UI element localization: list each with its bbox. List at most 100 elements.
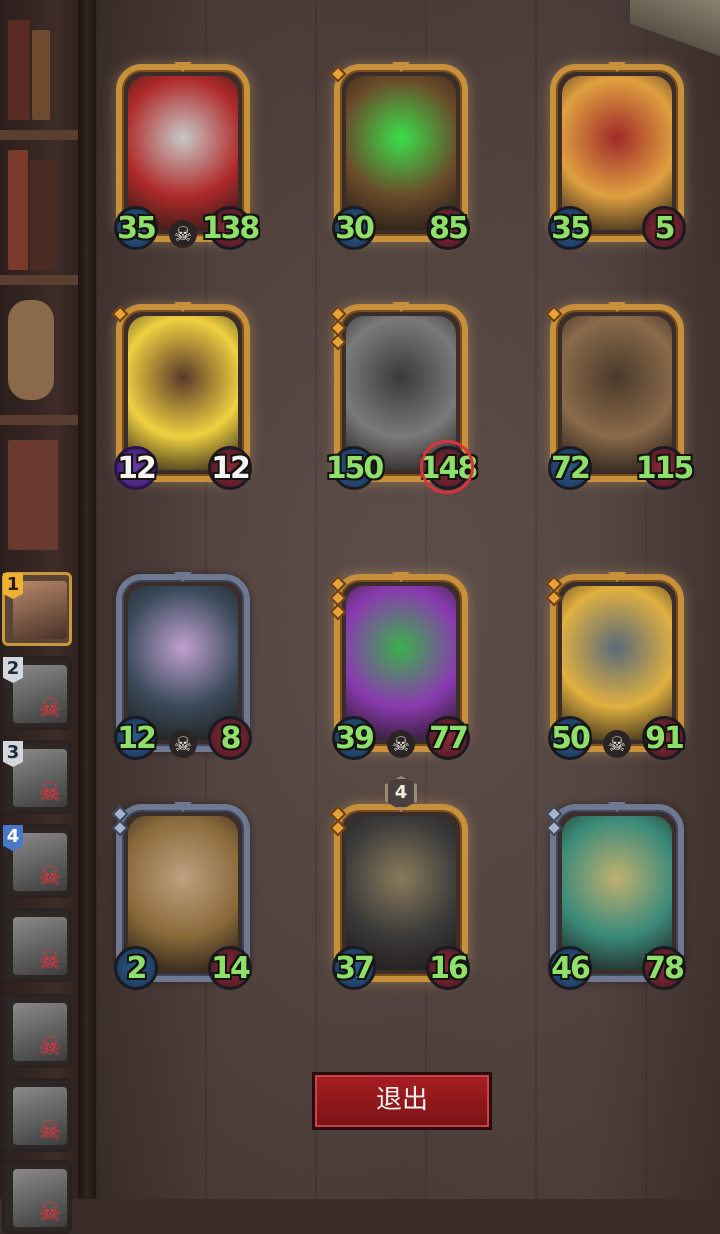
rank-pip-icon [111,819,129,837]
turn-order-number: 2 [3,657,23,683]
rank-pip-icon [111,305,129,323]
attack-value: 39 [335,720,375,756]
turn-order-number: 4 [3,825,23,851]
turn-order-item[interactable]: ☠ [2,1160,72,1234]
health-value: 12 [211,450,251,486]
attack-value: 35 [551,210,591,246]
rank-pip-icon [545,819,563,837]
card-notch [174,62,192,72]
board-rail [78,0,96,1199]
health-value: 5 [654,210,676,246]
health-value: 8 [220,720,242,756]
turn-order-item[interactable]: ☠ [2,1078,72,1152]
health-value: 77 [429,720,469,756]
unit-card-armored-helmet-warrior[interactable]: 35 138 ☠ [114,62,260,250]
attack-stat: 150 [326,446,384,490]
rank-pip-icon [329,819,347,837]
rank-pips [329,575,347,621]
turn-order-number: 1 [3,573,23,599]
unit-card-treant[interactable]: 30 85 [329,62,470,250]
skull-icon: ☠ [169,730,197,758]
attack-stat: 50 [548,716,592,760]
unit-card-stitched-ogre[interactable]: 72 115 [545,302,694,490]
rank-pips [329,305,347,351]
rank-pip-icon [329,603,347,621]
attack-value: 50 [551,720,591,756]
card-notch [392,572,410,582]
unit-card-bearded-dwarf[interactable]: 35 5 [548,62,686,250]
unit-card-golden-maned-dragon[interactable]: 50 91 ☠ [545,572,686,760]
crossed-skull-icon: ☠ [38,1116,62,1146]
health-value: 78 [645,950,685,986]
health-value: 115 [635,450,695,486]
health-stat: 16 [426,946,470,990]
card-notch [608,62,626,72]
attack-value: 46 [551,950,591,986]
exit-button[interactable]: 退出 [312,1072,492,1130]
rank-pips [545,575,563,607]
unit-card-dark-spiked-warrior[interactable]: 4 37 16 [329,776,470,990]
attack-value: 30 [335,210,375,246]
health-value: 91 [645,720,685,756]
attack-stat: 12 [114,716,158,760]
rank-pip-icon [329,65,347,83]
attack-stat: 37 [332,946,376,990]
card-notch [608,302,626,312]
card-notch [174,302,192,312]
attack-value: 2 [126,950,148,986]
skull-icon: ☠ [387,730,415,758]
turn-order-item[interactable]: 4 ☠ [2,824,72,898]
health-value: 85 [429,210,469,246]
rank-pip-icon [329,333,347,351]
attack-stat: 30 [332,206,376,250]
health-stat: 8 [208,716,252,760]
rank-pips [545,305,563,323]
card-notch [392,62,410,72]
turn-order-item[interactable]: 3 ☠ [2,740,72,814]
attack-value: 150 [325,450,385,486]
attack-value: 35 [117,210,157,246]
health-stat: 91 [642,716,686,760]
crossed-skull-icon: ☠ [38,946,62,976]
health-stat: 12 [208,446,252,490]
turn-order-item[interactable]: 1 [2,572,72,646]
health-stat: 14 [208,946,252,990]
crossed-skull-icon: ☠ [38,694,62,724]
unit-card-adventurer-gunslinger[interactable]: 2 14 [111,802,252,990]
turn-order-number: 3 [3,741,23,767]
health-value: 14 [211,950,251,986]
unit-card-sea-serpent[interactable]: 46 78 [545,802,686,990]
attack-value: 12 [117,720,157,756]
crossed-skull-icon: ☠ [38,862,62,892]
crossed-skull-icon: ☠ [38,1032,62,1062]
turn-order-item[interactable]: ☠ [2,908,72,982]
rank-pips [111,305,129,323]
crossed-skull-icon: ☠ [38,1198,62,1228]
unit-card-flame-brute[interactable]: 12 12 [111,302,252,490]
health-stat: 77 [426,716,470,760]
rank-pips [545,805,563,837]
health-stat: 78 [642,946,686,990]
card-notch [174,572,192,582]
turn-order-item[interactable]: ☠ [2,994,72,1068]
unit-card-iron-knight[interactable]: 150 148 [326,302,478,494]
health-value: 138 [201,210,261,246]
health-stat: 138 [202,206,260,250]
attack-value: 72 [551,450,591,486]
attack-stat: 35 [548,206,592,250]
attack-value: 12 [117,450,157,486]
health-stat: 115 [636,446,694,490]
attack-stat: 35 [114,206,158,250]
health-value: 16 [429,950,469,986]
attack-value: 37 [335,950,375,986]
unit-card-horned-demoness[interactable]: 12 8 ☠ [114,572,252,760]
rank-pip-icon [545,305,563,323]
unit-card-green-dragon-hatchling[interactable]: 39 77 ☠ [329,572,470,760]
target-reticle-icon [420,440,474,494]
attack-stat: 39 [332,716,376,760]
health-stat: 85 [426,206,470,250]
turn-order-item[interactable]: 2 ☠ [2,656,72,730]
card-notch [608,572,626,582]
card-notch [174,802,192,812]
rank-pips [329,65,347,83]
